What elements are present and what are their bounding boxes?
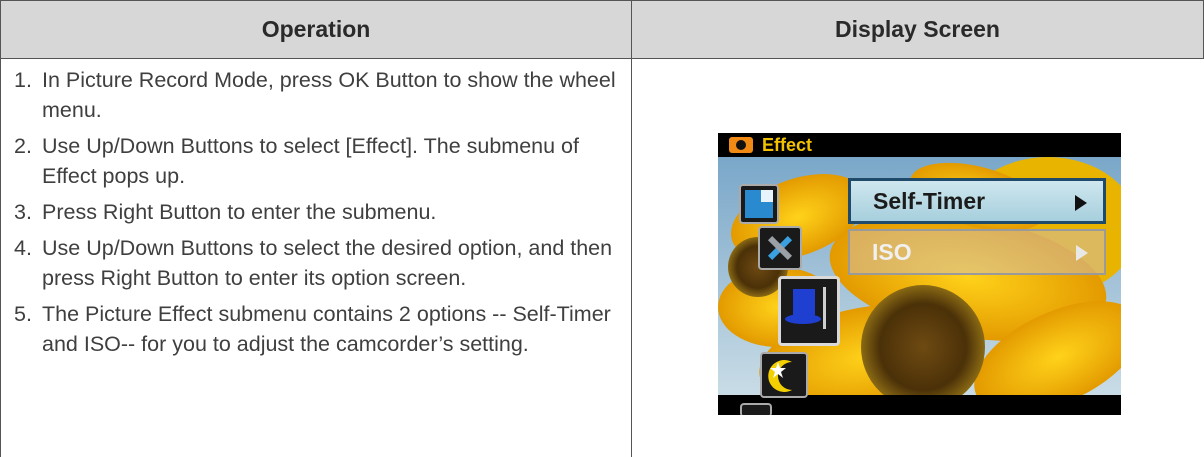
- white-balance-icon[interactable]: [740, 403, 772, 415]
- step-number: 2.: [14, 134, 32, 158]
- arrow-right-icon: [1075, 195, 1087, 211]
- option-label: ISO: [872, 238, 912, 265]
- step-number: 3.: [14, 200, 32, 224]
- tools-icon[interactable]: [758, 226, 802, 270]
- header-display-screen: Display Screen: [631, 0, 1204, 59]
- arrow-right-icon: [1076, 245, 1088, 261]
- step-number: 1.: [14, 68, 32, 92]
- step-3: 3. Press Right Button to enter the subme…: [14, 197, 626, 227]
- step-text: Press Right Button to enter the submenu.: [42, 200, 437, 224]
- submenu-option-iso[interactable]: ISO: [848, 229, 1106, 275]
- table-border-left: [0, 58, 1, 457]
- step-number: 5.: [14, 302, 32, 326]
- step-2: 2. Use Up/Down Buttons to select [Effect…: [14, 131, 626, 191]
- display-title-bar: Effect: [718, 133, 1121, 157]
- step-text: In Picture Record Mode, press OK Button …: [42, 68, 616, 122]
- step-5: 5. The Picture Effect submenu contains 2…: [14, 299, 626, 359]
- step-number: 4.: [14, 236, 32, 260]
- step-text: Use Up/Down Buttons to select the desire…: [42, 236, 613, 290]
- step-text: The Picture Effect submenu contains 2 op…: [42, 302, 611, 356]
- step-1: 1. In Picture Record Mode, press OK Butt…: [14, 65, 626, 125]
- camera-icon: [729, 137, 753, 153]
- camera-display-screen: Effect Self-Timer ISO: [718, 133, 1121, 415]
- menu-title: Effect: [762, 134, 813, 155]
- night-icon[interactable]: [760, 352, 808, 398]
- step-4: 4. Use Up/Down Buttons to select the des…: [14, 233, 626, 293]
- operation-steps: 1. In Picture Record Mode, press OK Butt…: [14, 65, 626, 365]
- submenu-option-self-timer[interactable]: Self-Timer: [848, 178, 1106, 224]
- table-border-middle: [631, 58, 632, 457]
- scene-icon[interactable]: [739, 184, 779, 224]
- effect-icon[interactable]: [778, 276, 840, 346]
- step-text: Use Up/Down Buttons to select [Effect]. …: [42, 134, 579, 188]
- header-operation: Operation: [0, 0, 632, 59]
- option-label: Self-Timer: [873, 187, 986, 214]
